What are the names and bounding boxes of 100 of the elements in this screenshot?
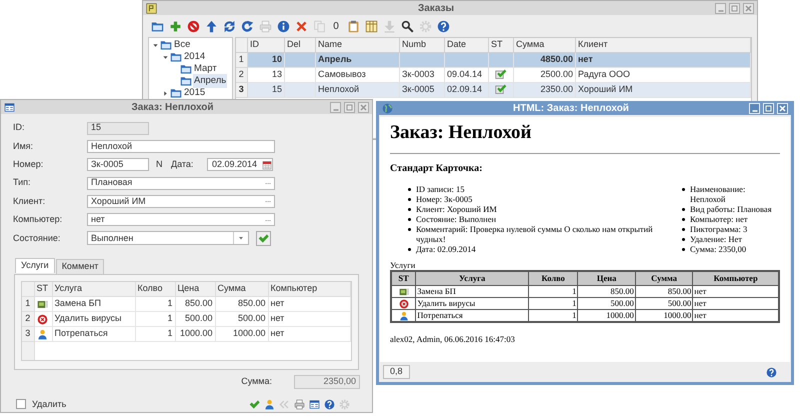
table-cell: 500.00 bbox=[238, 313, 266, 324]
person-icon bbox=[398, 310, 409, 321]
expand-arrow-icon[interactable] bbox=[152, 42, 159, 48]
action-button[interactable] bbox=[293, 398, 305, 410]
maximize-icon bbox=[764, 104, 773, 112]
id-field: 15 bbox=[87, 122, 149, 134]
table-cell: Хороший ИМ bbox=[578, 84, 633, 94]
field-label: ID: bbox=[13, 122, 25, 132]
column-header[interactable]: Del bbox=[284, 38, 316, 52]
table-cell: Самовывоз bbox=[318, 68, 366, 79]
table-cell: 1000.00 bbox=[664, 310, 692, 320]
folder-icon bbox=[180, 63, 192, 75]
minimize-icon bbox=[332, 108, 338, 110]
row-number: 3 bbox=[22, 326, 34, 342]
tab[interactable]: Коммент bbox=[56, 258, 104, 274]
table-cell: нет bbox=[694, 310, 706, 320]
table-cell: Апрель bbox=[318, 54, 352, 64]
table-cell: 2350.00 bbox=[540, 84, 573, 94]
table-cell: Зк-0005 bbox=[402, 84, 434, 94]
toolbar-button[interactable] bbox=[239, 18, 255, 34]
table-cell: 1 bbox=[167, 313, 172, 324]
toolbar-button[interactable] bbox=[435, 18, 451, 34]
table-cell: 850.00 bbox=[610, 286, 634, 296]
tree-item[interactable]: Все bbox=[173, 38, 192, 52]
table-row[interactable]: 2 13 Самовывоз Зк-0003 09.04.14 2500.00 Радуга ООО bbox=[236, 67, 750, 82]
calendar-icon[interactable] bbox=[262, 160, 272, 170]
tree-item[interactable]: 2014 bbox=[183, 50, 206, 64]
table-cell: 850.00 bbox=[668, 286, 692, 296]
tree-item[interactable]: 2015 bbox=[183, 86, 206, 100]
action-button[interactable] bbox=[263, 398, 275, 410]
table-cell: Зк-0003 bbox=[402, 68, 434, 79]
maximize-button[interactable] bbox=[344, 102, 355, 112]
down-arrow-icon bbox=[382, 20, 396, 32]
clipboard-icon bbox=[346, 20, 360, 32]
footer-text: alex02, Admin, 06.06.2016 16:47:03 bbox=[390, 334, 515, 344]
row-number: 1 bbox=[22, 296, 34, 312]
column-header: Услуга bbox=[416, 271, 528, 286]
status-dropdown[interactable]: Выполнен bbox=[87, 231, 249, 246]
table-cell: Неплохой bbox=[318, 84, 360, 94]
action-button[interactable] bbox=[248, 398, 260, 410]
toolbar-button[interactable] bbox=[275, 18, 291, 34]
column-header[interactable]: Сумма bbox=[514, 38, 576, 52]
bullet bbox=[408, 198, 411, 201]
minimize-button[interactable] bbox=[715, 2, 726, 14]
check-icon bbox=[258, 232, 269, 244]
page-heading: Заказ: Неплохой bbox=[390, 122, 532, 143]
date-field[interactable]: 02.09.2014 bbox=[207, 158, 273, 172]
list-item: Пиктограмма: 3 bbox=[690, 224, 748, 234]
maximize-icon bbox=[345, 102, 354, 112]
expand-arrow-icon[interactable] bbox=[162, 54, 169, 60]
apply-button[interactable] bbox=[256, 230, 271, 246]
column-header[interactable]: Numb bbox=[400, 38, 444, 52]
column-header[interactable]: ST bbox=[488, 38, 514, 52]
action-button[interactable] bbox=[323, 398, 335, 410]
close-button[interactable] bbox=[743, 2, 754, 14]
table-cell: 850.00 bbox=[184, 298, 212, 308]
close-button[interactable] bbox=[358, 102, 369, 112]
minimize-button[interactable] bbox=[330, 102, 341, 112]
table-cell: Замена БП bbox=[54, 298, 101, 308]
tree-item[interactable]: Апрель bbox=[193, 74, 228, 88]
column-header[interactable]: ID bbox=[248, 38, 284, 52]
circuit-board-icon bbox=[36, 298, 48, 310]
window-title: Заказы bbox=[418, 2, 454, 14]
circuit-board-icon bbox=[398, 286, 409, 297]
list-item: Клиент: Хороший ИМ bbox=[416, 204, 497, 214]
collapse-arrow-icon[interactable] bbox=[162, 90, 169, 96]
list-item: Номер: Зк-0005 bbox=[416, 194, 472, 204]
table-cell: 1000.00 bbox=[606, 310, 634, 320]
action-button[interactable] bbox=[308, 398, 320, 410]
text-field[interactable]: Зк-0005 bbox=[87, 158, 149, 172]
list-item: Удаление: Нет bbox=[690, 234, 742, 244]
list-item: Сумма: 2350,00 bbox=[690, 244, 746, 254]
tab[interactable]: Услуги bbox=[15, 258, 55, 273]
tree-item[interactable]: Март bbox=[193, 62, 218, 76]
field-label: Состояние: bbox=[13, 232, 60, 243]
maximize-button[interactable] bbox=[729, 2, 740, 14]
checkbox[interactable] bbox=[16, 399, 26, 410]
column-header[interactable]: Клиент bbox=[576, 38, 750, 52]
column-header[interactable]: Date bbox=[444, 38, 488, 52]
globe-icon bbox=[382, 102, 393, 114]
close-icon bbox=[359, 102, 368, 112]
table-row[interactable]: 3 15 Неплохой Зк-0005 02.09.14 2350.00 Хороший ИМ bbox=[236, 82, 750, 97]
bullet bbox=[408, 188, 411, 191]
bullet bbox=[682, 218, 685, 221]
counter: 0 bbox=[332, 20, 340, 34]
table-cell: нет bbox=[694, 298, 706, 308]
table-row[interactable]: 1 10 Апрель 4850.00 нет bbox=[236, 52, 750, 67]
bullet bbox=[408, 208, 411, 211]
column-header[interactable]: Name bbox=[316, 38, 400, 52]
help-button[interactable] bbox=[766, 366, 777, 378]
zoom-level: 0,8 bbox=[383, 365, 410, 379]
list-item: Наименование: Неплохой bbox=[690, 184, 746, 204]
folder-icon bbox=[170, 51, 182, 63]
table-cell: Радуга ООО bbox=[578, 68, 630, 79]
checkbox-label: Удалить bbox=[32, 398, 66, 411]
toolbar-button[interactable] bbox=[399, 18, 415, 34]
text-field[interactable]: Неплохой bbox=[87, 140, 275, 153]
table-cell: 02.09.14 bbox=[447, 84, 482, 94]
column-header: ST bbox=[391, 271, 416, 286]
table-cell: Потрепаться bbox=[417, 310, 463, 320]
